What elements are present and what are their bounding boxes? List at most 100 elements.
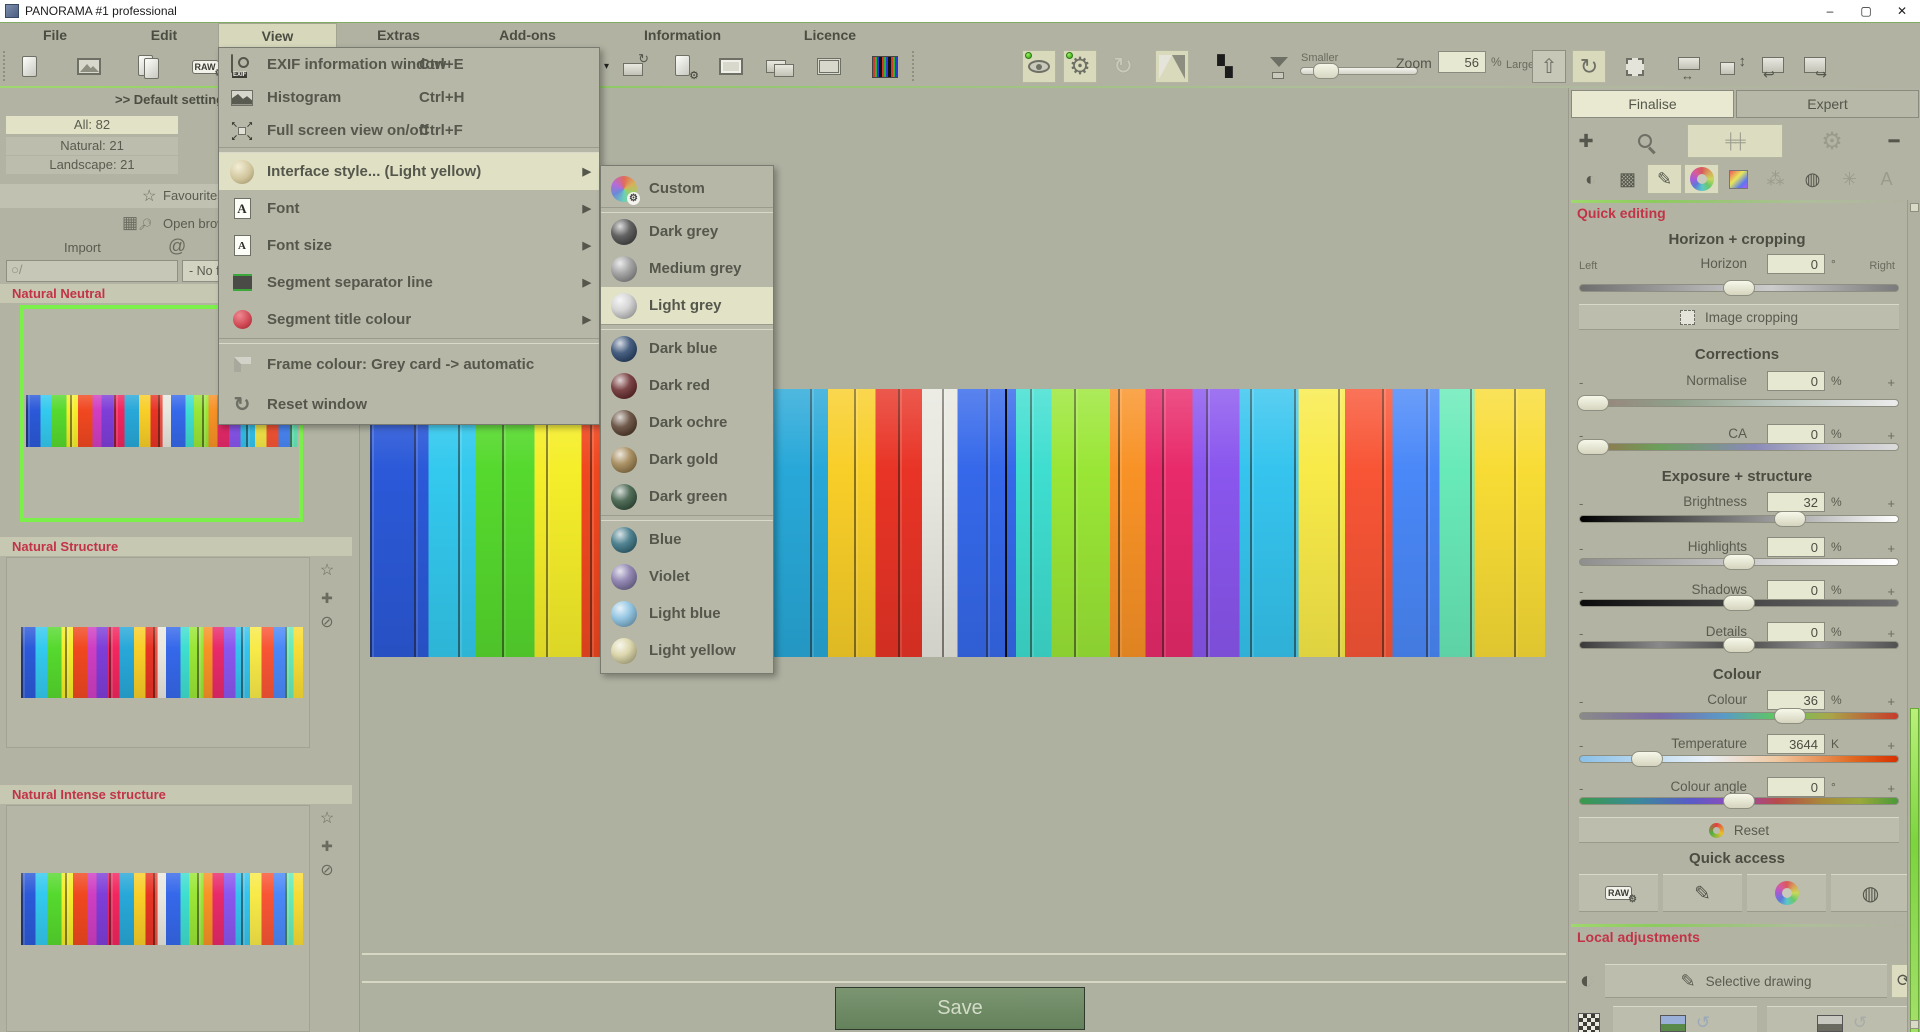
brightness-minus[interactable]: - <box>1579 496 1583 511</box>
sliders-view-button[interactable]: ╪╪ <box>1687 124 1783 158</box>
colour-angle-minus[interactable]: - <box>1579 781 1583 796</box>
style-option-light-grey[interactable]: Light grey <box>601 287 773 324</box>
panorama-segments-button[interactable] <box>812 50 846 83</box>
preset-natural-structure[interactable] <box>6 557 310 748</box>
style-option-dark-blue[interactable]: Dark blue <box>601 330 773 367</box>
menu-item-font[interactable]: A Font ▶ <box>219 190 599 227</box>
tab-finalise[interactable]: Finalise <box>1571 90 1734 118</box>
colour-slider-thumb[interactable] <box>1774 708 1806 724</box>
details-plus[interactable]: + <box>1887 626 1895 641</box>
ca-slider[interactable] <box>1579 443 1899 451</box>
add-preset-icon[interactable]: ✚ <box>316 835 338 857</box>
details-minus[interactable]: - <box>1579 626 1583 641</box>
shadows-slider[interactable] <box>1579 599 1899 607</box>
style-option-violet[interactable]: Violet <box>601 558 773 595</box>
menu-information[interactable]: Information <box>595 23 770 47</box>
highlights-slider-thumb[interactable] <box>1723 554 1755 570</box>
brightness-slider[interactable] <box>1579 515 1899 523</box>
aperture-tool-button[interactable]: ✳ <box>1832 164 1867 194</box>
zoom-slider-thumb[interactable] <box>1313 63 1339 79</box>
details-slider[interactable] <box>1579 641 1899 649</box>
colour-angle-input[interactable] <box>1767 777 1825 797</box>
brightness-plus[interactable]: + <box>1887 496 1895 511</box>
preset-natural-intense-structure[interactable] <box>6 805 310 1032</box>
menu-licence[interactable]: Licence <box>770 23 890 47</box>
menu-file[interactable]: File <box>0 23 110 47</box>
search-input[interactable]: ○/ <box>6 260 178 282</box>
style-option-blue[interactable]: Blue <box>601 521 773 558</box>
normalise-plus[interactable]: + <box>1887 375 1895 390</box>
style-option-dark-red[interactable]: Dark red <box>601 367 773 404</box>
add-preset-icon[interactable]: ✚ <box>316 587 338 609</box>
retouch-palette-tool-button[interactable]: ◍ <box>1795 164 1830 194</box>
scrollbar-thumb[interactable] <box>1910 708 1919 1032</box>
shadows-plus[interactable]: + <box>1887 584 1895 599</box>
magnifier-button[interactable] <box>1615 126 1675 156</box>
height-resize-button[interactable]: ↕ <box>1716 50 1750 83</box>
colour-input[interactable] <box>1767 690 1825 710</box>
settings-gear-button[interactable]: ⚙ <box>1809 126 1855 156</box>
collapse-all-button[interactable]: ━ <box>1881 126 1907 156</box>
menu-item-font-size[interactable]: A Font size ▶ <box>219 227 599 264</box>
show-original-button[interactable] <box>1022 50 1056 83</box>
mask-checker-button[interactable] <box>1571 1006 1607 1032</box>
colour-minus[interactable]: - <box>1579 694 1583 709</box>
favourite-star-icon[interactable]: ☆ <box>316 559 338 581</box>
text-tool-button[interactable]: A <box>1869 164 1904 194</box>
colour-wheel-tool-button[interactable] <box>1684 164 1719 194</box>
selective-drawing-button[interactable]: ✎ Selective drawing <box>1605 964 1887 998</box>
rgb-histogram-button[interactable] <box>868 50 902 83</box>
open-panorama-button[interactable] <box>72 50 106 83</box>
frames-link-button[interactable] <box>762 50 796 83</box>
panorama-image[interactable] <box>370 389 1545 657</box>
copy-documents-button[interactable] <box>132 50 166 83</box>
images-rotate-button[interactable]: ↻ <box>618 50 652 83</box>
menu-edit[interactable]: Edit <box>110 23 218 47</box>
colour-angle-slider[interactable] <box>1579 797 1899 805</box>
export-image-button[interactable]: ⚙ <box>668 50 702 83</box>
selection-button[interactable] <box>1618 50 1652 83</box>
nodes-tool-button[interactable]: ⁂ <box>1758 164 1793 194</box>
horizon-input[interactable] <box>1767 254 1825 274</box>
menu-item-histogram[interactable]: Histogram Ctrl+H <box>219 81 599 114</box>
disable-preset-icon[interactable]: ⊘ <box>316 611 338 633</box>
highlights-plus[interactable]: + <box>1887 541 1895 556</box>
colour-angle-plus[interactable]: + <box>1887 781 1895 796</box>
fit-view-button[interactable]: ⇧ <box>1532 50 1566 83</box>
normalise-slider[interactable] <box>1579 399 1899 407</box>
scrollbar-down-button[interactable] <box>1910 1020 1919 1029</box>
ca-plus[interactable]: + <box>1887 428 1895 443</box>
shadows-minus[interactable]: - <box>1579 584 1583 599</box>
zoom-input[interactable] <box>1438 51 1486 73</box>
filter-natural[interactable]: Natural: 21 <box>6 137 178 155</box>
quick-access-colour-wheel-button[interactable] <box>1747 874 1826 912</box>
ground-replace-button[interactable]: ↺ <box>1767 1006 1917 1032</box>
menu-view[interactable]: View <box>218 23 337 47</box>
tab-expert[interactable]: Expert <box>1736 90 1919 118</box>
panel-scrollbar[interactable] <box>1907 200 1920 1032</box>
contrast-tool-button[interactable]: ◐ <box>1573 164 1608 194</box>
details-slider-thumb[interactable] <box>1723 637 1755 653</box>
scrollbar-up-button[interactable] <box>1910 203 1919 212</box>
details-input[interactable] <box>1767 622 1825 642</box>
menu-item-reset-window[interactable]: ↻ Reset window <box>219 384 599 424</box>
highlights-minus[interactable]: - <box>1579 541 1583 556</box>
image-cropping-button[interactable]: Image cropping <box>1579 304 1899 330</box>
filter-all[interactable]: All: 82 <box>6 116 178 134</box>
style-option-dark-gold[interactable]: Dark gold <box>601 441 773 478</box>
processing-settings-button[interactable]: ⚙ <box>1063 50 1097 83</box>
menu-item-segment-separator-line[interactable]: Segment separator line ▶ <box>219 264 599 301</box>
style-option-dark-grey[interactable]: Dark grey <box>601 213 773 250</box>
colour-slider[interactable] <box>1579 712 1899 720</box>
quick-access-pen-button[interactable]: ✎ <box>1663 874 1742 912</box>
raw-settings-button[interactable]: RAW⚙ <box>188 50 222 83</box>
menu-addons[interactable]: Add-ons <box>460 23 595 47</box>
normalise-slider-thumb[interactable] <box>1577 395 1609 411</box>
size-filter-button[interactable] <box>1262 50 1296 83</box>
batch-mosaic-button[interactable]: ▚ <box>1208 50 1242 83</box>
colour-plus[interactable]: + <box>1887 694 1895 709</box>
maximize-button[interactable]: ▢ <box>1848 0 1884 22</box>
local-contrast-button[interactable]: ◐ <box>1571 964 1603 998</box>
expand-all-button[interactable]: ✚ <box>1573 126 1599 156</box>
normalise-minus[interactable]: - <box>1579 375 1583 390</box>
